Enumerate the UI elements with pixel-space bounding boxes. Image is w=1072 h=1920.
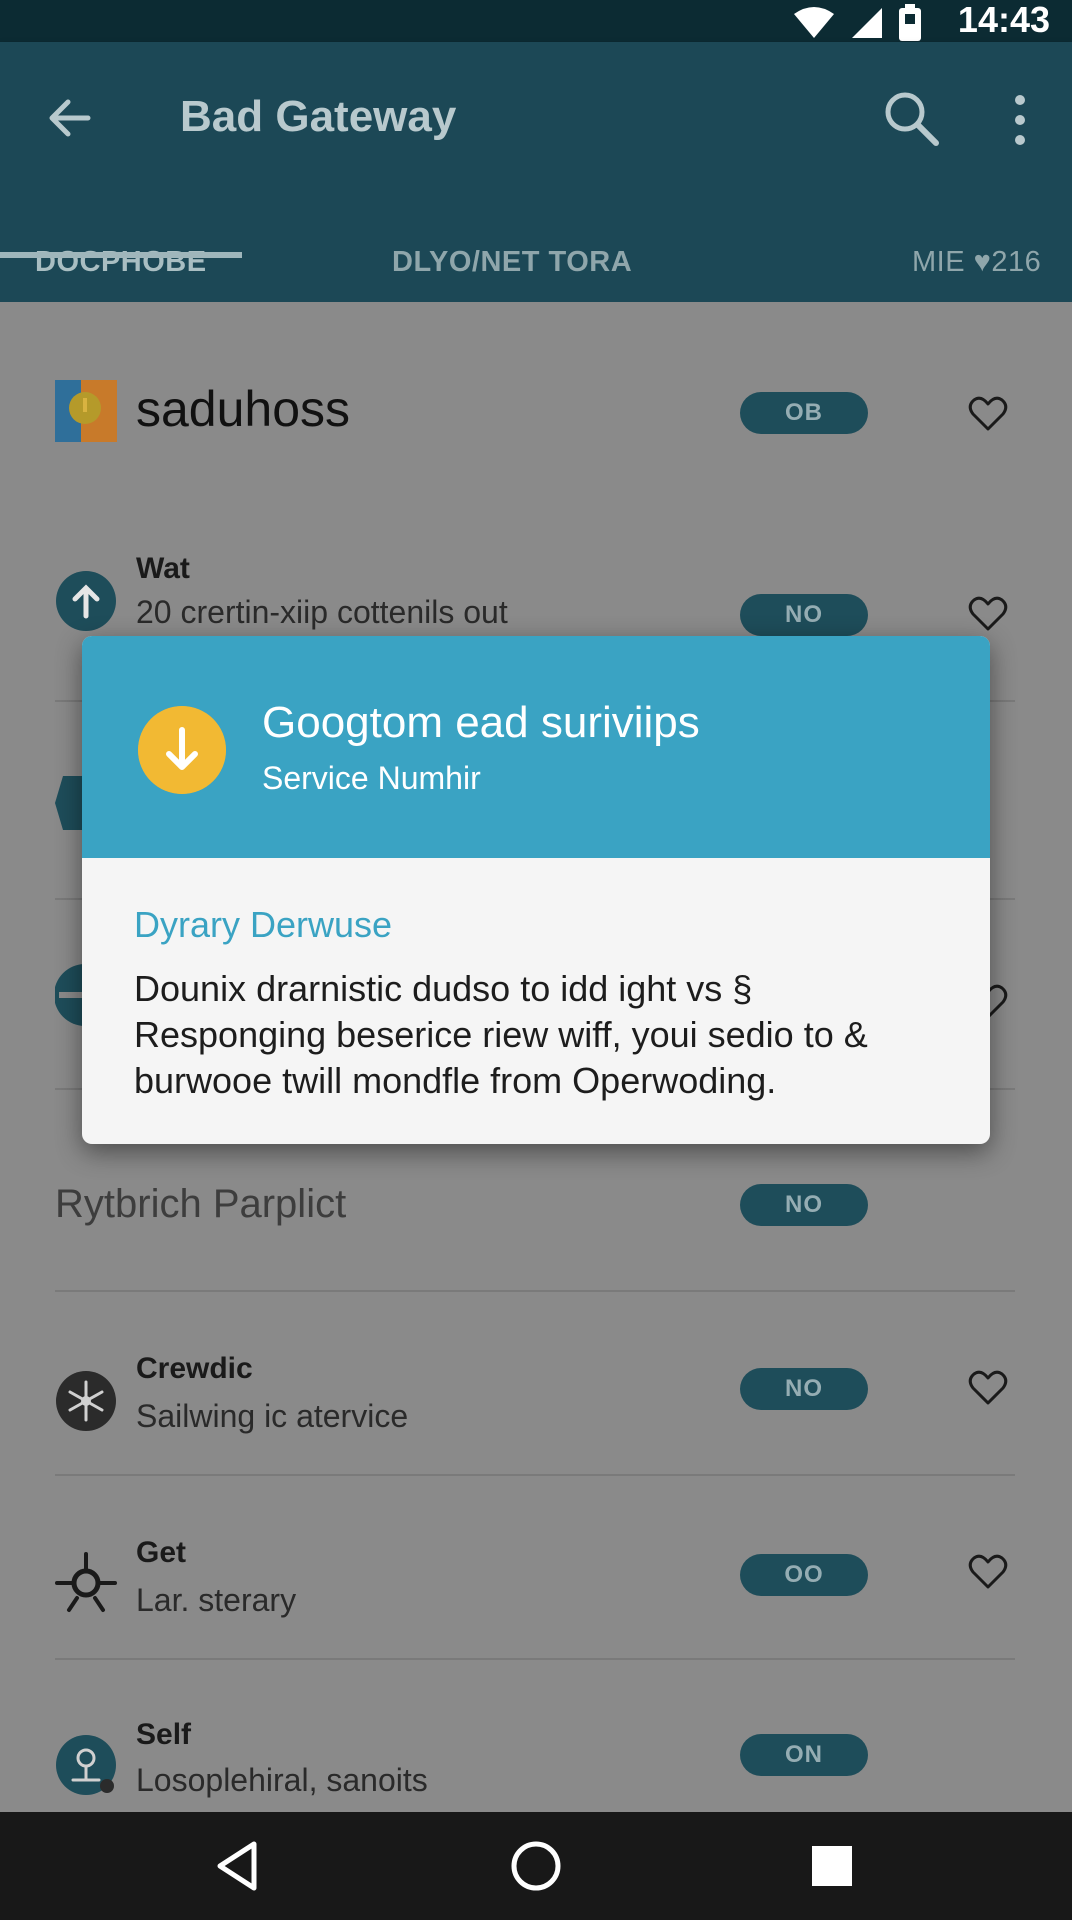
home-circle-icon[interactable] bbox=[508, 1838, 564, 1894]
recents-square-icon[interactable] bbox=[804, 1838, 860, 1894]
heart-icon[interactable] bbox=[968, 394, 1008, 434]
status-toggle[interactable]: NO bbox=[740, 1184, 868, 1226]
list-item-title: Self bbox=[136, 1718, 192, 1751]
divider bbox=[55, 1290, 1015, 1292]
minus-icon bbox=[55, 964, 85, 1026]
battery-icon bbox=[899, 4, 921, 41]
app-logo-icon bbox=[55, 380, 117, 442]
list-item[interactable]: Self Losoplehiral, sanoits ON bbox=[0, 1708, 1072, 1818]
heart-icon[interactable] bbox=[968, 1368, 1008, 1408]
list-item-title: Rytbrich Parplict bbox=[55, 1182, 347, 1226]
more-options-icon[interactable] bbox=[1000, 90, 1040, 150]
navigation-bar bbox=[0, 1812, 1072, 1920]
list-item-subtitle: Losoplehiral, sanoits bbox=[136, 1762, 428, 1798]
status-bar: 14:43 bbox=[0, 0, 1072, 42]
dialog: Googtom ead suriviips Service Numhir Dyr… bbox=[82, 636, 990, 1144]
location-pin-icon bbox=[56, 1735, 116, 1795]
back-triangle-icon[interactable] bbox=[210, 1838, 266, 1894]
list-item-title: Wat bbox=[136, 552, 190, 585]
tab-dlyo-net-tora[interactable]: DLYO/NET TORA bbox=[392, 222, 632, 302]
wifi-icon bbox=[794, 7, 834, 38]
heart-icon[interactable] bbox=[968, 1552, 1008, 1592]
status-toggle[interactable]: OB bbox=[740, 392, 868, 434]
tab-docphobe[interactable]: DOCPHOBE bbox=[35, 222, 207, 302]
page-title: Bad Gateway bbox=[180, 92, 457, 141]
tab-bar: DOCPHOBE DLYO/NET TORA MIE ♥216 bbox=[0, 222, 1072, 302]
list-item[interactable]: Get Lar. sterary OO bbox=[0, 1526, 1072, 1676]
divider bbox=[55, 1474, 1015, 1476]
list-item-subtitle: 20 crertin-xiip cottenils out bbox=[136, 594, 508, 630]
status-toggle[interactable]: NO bbox=[740, 594, 868, 636]
upload-arrow-icon bbox=[56, 571, 116, 631]
settings-icon bbox=[55, 776, 85, 830]
tab-indicator bbox=[0, 252, 242, 258]
tab-mie[interactable]: MIE ♥216 bbox=[912, 222, 1041, 302]
fan-icon bbox=[56, 1371, 116, 1431]
status-toggle[interactable]: NO bbox=[740, 1368, 868, 1410]
list-item[interactable]: Crewdic Sailwing ic atervice NO bbox=[0, 1342, 1072, 1492]
satellite-icon bbox=[55, 1552, 117, 1612]
list-item-subtitle: Lar. sterary bbox=[136, 1582, 297, 1618]
app-bar: Bad Gateway DOCPHOBE DLYO/NET TORA MIE ♥… bbox=[0, 42, 1072, 302]
back-arrow-icon[interactable] bbox=[42, 90, 98, 146]
search-icon[interactable] bbox=[880, 87, 942, 149]
list-item-title: Get bbox=[136, 1536, 187, 1569]
list-item[interactable]: saduhoss OB bbox=[0, 302, 1072, 472]
list-item-title: Crewdic bbox=[136, 1352, 253, 1385]
status-toggle[interactable]: OO bbox=[740, 1554, 868, 1596]
list-item[interactable]: Rytbrich Parplict NO bbox=[0, 1152, 1072, 1292]
heart-icon[interactable] bbox=[968, 594, 1008, 634]
status-toggle[interactable]: ON bbox=[740, 1734, 868, 1776]
status-icons bbox=[792, 4, 922, 42]
dialog-subtitle: Service Numhir bbox=[262, 760, 481, 796]
signal-icon bbox=[852, 8, 882, 38]
dialog-header: Googtom ead suriviips Service Numhir bbox=[82, 636, 990, 858]
list-item-title: saduhoss bbox=[136, 381, 351, 437]
dialog-body-text: Dounix drarnistic dudso to idd ight vs §… bbox=[134, 968, 868, 1101]
dialog-section-title: Dyrary Derwuse bbox=[134, 904, 393, 945]
dialog-title: Googtom ead suriviips bbox=[262, 698, 700, 747]
list-item-subtitle: Sailwing ic atervice bbox=[136, 1398, 409, 1434]
divider bbox=[55, 1658, 1015, 1660]
status-time: 14:43 bbox=[957, 0, 1050, 40]
download-icon bbox=[138, 706, 226, 794]
